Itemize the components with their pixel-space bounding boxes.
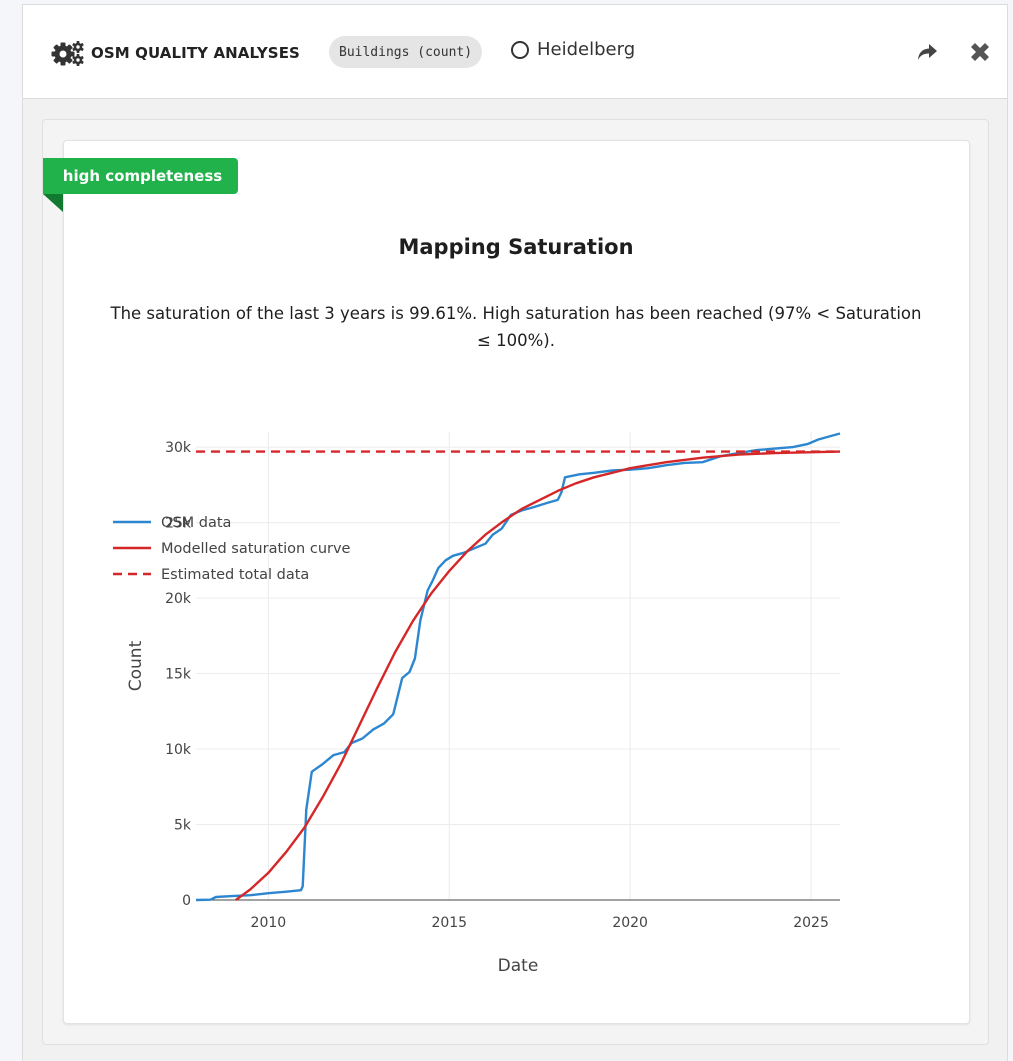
brand: OSM QUALITY ANALYSES (51, 40, 300, 66)
region-name: Heidelberg (537, 39, 636, 60)
y-tick-label: 5k (174, 818, 192, 834)
badge-fold (43, 194, 63, 212)
x-axis-title: Date (498, 956, 539, 976)
x-tick-label: 2020 (612, 915, 648, 931)
y-tick-label: 15k (165, 667, 192, 683)
series-line-osm-data (195, 432, 841, 902)
legend-label[interactable]: Estimated total data (161, 567, 309, 583)
gears-icon (51, 41, 84, 66)
y-tick-label: 20k (165, 591, 192, 607)
close-icon[interactable] (967, 39, 993, 65)
y-axis-title: Count (126, 640, 146, 691)
indicator-title: Mapping Saturation (398, 235, 634, 259)
y-tick-label: 0 (182, 893, 191, 909)
legend-label[interactable]: OSM data (161, 515, 231, 531)
analysis-window: OSM QUALITY ANALYSES Buildings (count) H… (22, 4, 1008, 1061)
circle-outline-icon (511, 40, 529, 59)
x-tick-label: 2010 (251, 915, 287, 931)
region-label: Heidelberg (511, 39, 635, 60)
left-margin (0, 0, 22, 1061)
y-tick-label: 30k (165, 440, 192, 456)
completeness-badge: high completeness (43, 158, 238, 194)
grid (196, 432, 840, 901)
share-icon[interactable] (916, 42, 938, 62)
series-lines (195, 432, 841, 902)
app-title: OSM QUALITY ANALYSES (91, 44, 300, 62)
legend-label[interactable]: Modelled saturation curve (161, 541, 351, 557)
indicator-description: The saturation of the last 3 years is 99… (110, 304, 922, 350)
x-tick-label: 2025 (793, 915, 829, 931)
legend[interactable]: OSM data Modelled saturation curve Estimat… (113, 515, 351, 583)
x-tick-label: 2015 (431, 915, 467, 931)
y-tick-label: 10k (165, 742, 192, 758)
saturation-chart: 2010 2015 2020 202505k10k15k20k25k30kDateCo… (113, 432, 841, 976)
header-bar: OSM QUALITY ANALYSES Buildings (count) H… (23, 5, 1007, 99)
topic-badge: Buildings (count) (329, 36, 483, 68)
series-line-modelled-curve (235, 450, 841, 901)
